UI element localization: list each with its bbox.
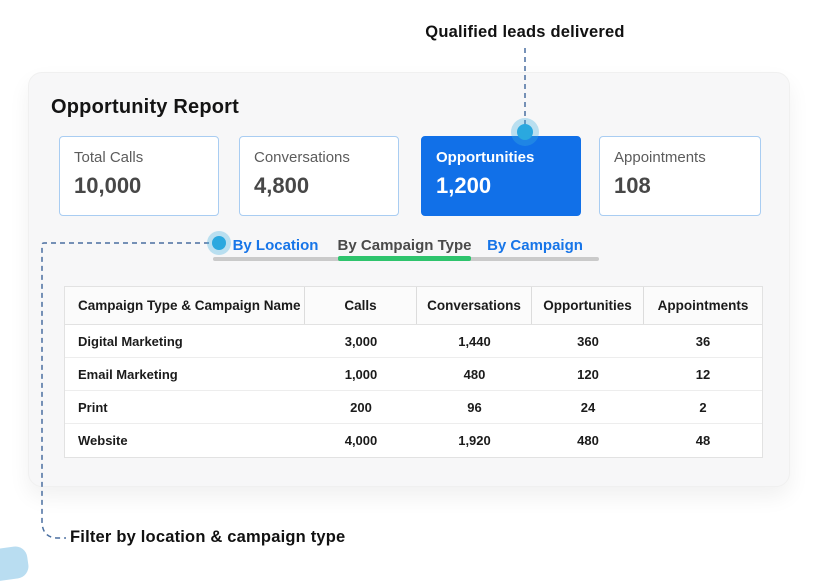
cell-campaign-name: Print	[78, 399, 108, 415]
stat-card-value: 108	[614, 173, 651, 198]
table-row: Website 4,000 1,920 480 48	[65, 424, 762, 457]
cell-calls: 3,000	[344, 333, 378, 349]
corner-decoration	[0, 544, 31, 583]
campaign-table: Campaign Type & Campaign Name Calls Conv…	[64, 286, 763, 458]
table-row: Email Marketing 1,000 480 120 12	[65, 358, 762, 391]
table-header-row: Campaign Type & Campaign Name Calls Conv…	[65, 287, 762, 325]
page-title: Opportunity Report	[51, 96, 240, 118]
tabs-marker-dot	[212, 236, 226, 250]
opportunities-marker-dot	[517, 124, 533, 140]
column-header-calls: Calls	[305, 287, 417, 324]
table-row: Digital Marketing 3,000 1,440 360 36	[65, 325, 762, 358]
opportunity-report-panel: Opportunity Report Total Calls 10,000 Co…	[28, 72, 790, 487]
cell-opportunities: 24	[580, 399, 596, 415]
column-header-conversations: Conversations	[417, 287, 532, 324]
column-header-campaign-name: Campaign Type & Campaign Name	[65, 287, 305, 324]
tab-by-campaign[interactable]: By Campaign	[471, 230, 599, 260]
cell-opportunities: 360	[577, 333, 599, 349]
stat-card-label: Appointments	[614, 149, 706, 166]
cell-campaign-name: Email Marketing	[78, 366, 178, 382]
cell-opportunities: 120	[577, 366, 599, 382]
cell-appointments: 12	[695, 366, 711, 382]
cell-calls: 1,000	[344, 366, 378, 382]
cell-conversations: 1,920	[458, 433, 491, 448]
cell-conversations: 480	[463, 366, 486, 382]
stat-card-value: 10,000	[74, 173, 142, 198]
cell-opportunities: 480	[577, 433, 599, 448]
table-row: Print 200 96 24 2	[65, 391, 762, 424]
cell-calls: 200	[350, 399, 372, 415]
stat-card-appointments[interactable]: Appointments 108	[599, 136, 761, 216]
cell-appointments: 2	[699, 399, 707, 415]
stat-card-conversations[interactable]: Conversations 4,800	[239, 136, 399, 216]
cell-conversations: 96	[467, 399, 482, 415]
stat-card-opportunities[interactable]: Opportunities 1,200	[421, 136, 581, 216]
annotation-filter-note: Filter by location & campaign type	[70, 528, 346, 546]
column-header-opportunities: Opportunities	[532, 287, 644, 324]
cell-campaign-name: Website	[78, 433, 128, 448]
stat-card-label: Opportunities	[436, 149, 535, 166]
cell-appointments: 48	[695, 433, 711, 448]
column-header-appointments: Appointments	[657, 298, 749, 313]
cell-calls: 4,000	[344, 433, 378, 448]
stat-card-label: Conversations	[254, 149, 350, 166]
cell-campaign-name: Digital Marketing	[78, 333, 183, 349]
stat-card-value: 4,800	[254, 173, 310, 198]
annotation-qualified-leads: Qualified leads delivered	[425, 23, 625, 41]
tab-active-indicator	[338, 256, 471, 261]
stat-card-total-calls[interactable]: Total Calls 10,000	[59, 136, 219, 216]
stat-card-value: 1,200	[436, 173, 492, 198]
stat-card-label: Total Calls	[74, 149, 144, 166]
cell-conversations: 1,440	[458, 333, 491, 349]
tab-by-location[interactable]: By Location	[213, 230, 338, 260]
cell-appointments: 36	[695, 333, 711, 349]
